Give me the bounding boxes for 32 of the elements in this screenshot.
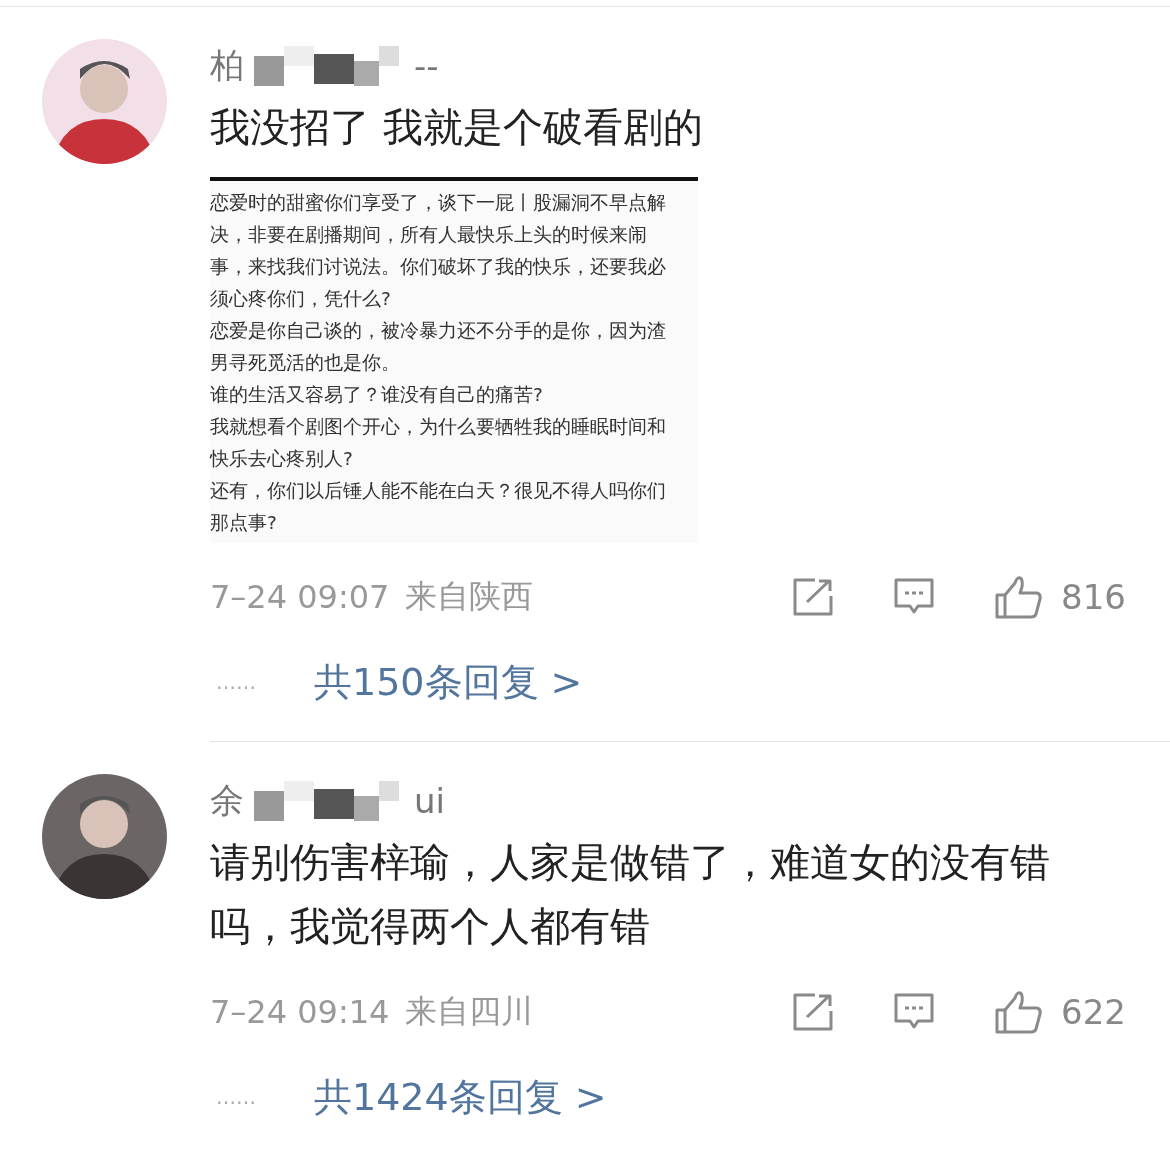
ellipsis: …… — [216, 1085, 257, 1109]
image-attachment[interactable] — [210, 177, 698, 543]
attachment-text: 我就想看个剧图个开心，为什么要牺牲我的睡眠时间和 — [210, 415, 667, 439]
attachment-text: 须心疼你们，凭什么? — [210, 287, 392, 311]
location: 来自四川 — [405, 991, 534, 1032]
attachment-text: 事，来找我们讨说法。你们破坏了我的快乐，还要我必 — [210, 255, 667, 279]
comment-text: 请别伤害梓瑜，人家是做错了，难道女的没有错吗，我觉得两个人都有错 — [210, 838, 1051, 951]
share-icon[interactable] — [793, 993, 834, 1031]
share-icon[interactable] — [793, 578, 834, 616]
attachment-text: 那点事? — [210, 511, 278, 535]
attachment-text: 决，非要在剧播期间，所有人最快乐上头的时候来闹 — [210, 223, 648, 247]
attachment-text: 谁的生活又容易了？谁没有自己的痛苦? — [210, 383, 544, 407]
attachment-text: 恋爱时的甜蜜你们享受了，谈下一屁丨股漏洞不早点解 — [210, 191, 667, 215]
like-count: 816 — [1061, 577, 1126, 617]
timestamp: 7–24 09:07 — [210, 578, 390, 616]
ellipsis: …… — [216, 670, 257, 694]
attachment-text: 还有，你们以后锤人能不能在白天？很见不得人吗你们 — [210, 479, 667, 503]
username[interactable]: ui — [414, 781, 445, 821]
thumbs-up-icon[interactable] — [995, 990, 1044, 1034]
thumbs-up-icon[interactable] — [995, 575, 1044, 619]
replies-link[interactable]: 共150条回复 > — [314, 656, 583, 708]
attachment-text: 男寻死觅活的也是你。 — [210, 351, 401, 375]
comment-text: 我没招了 我就是个破看剧的 — [210, 103, 704, 152]
username[interactable]: 柏 — [210, 43, 244, 89]
location: 来自陕西 — [405, 576, 534, 617]
username[interactable]: 余 — [210, 778, 244, 824]
username[interactable]: -- — [414, 46, 439, 86]
like-count: 622 — [1061, 992, 1126, 1032]
attachment-text: 快乐去心疼别人? — [210, 447, 354, 471]
attachment-text: 恋爱是你自己谈的，被冷暴力还不分手的是你，因为渣 — [210, 319, 667, 343]
timestamp: 7–24 09:14 — [210, 993, 390, 1031]
replies-link[interactable]: 共1424条回复 > — [314, 1071, 607, 1123]
